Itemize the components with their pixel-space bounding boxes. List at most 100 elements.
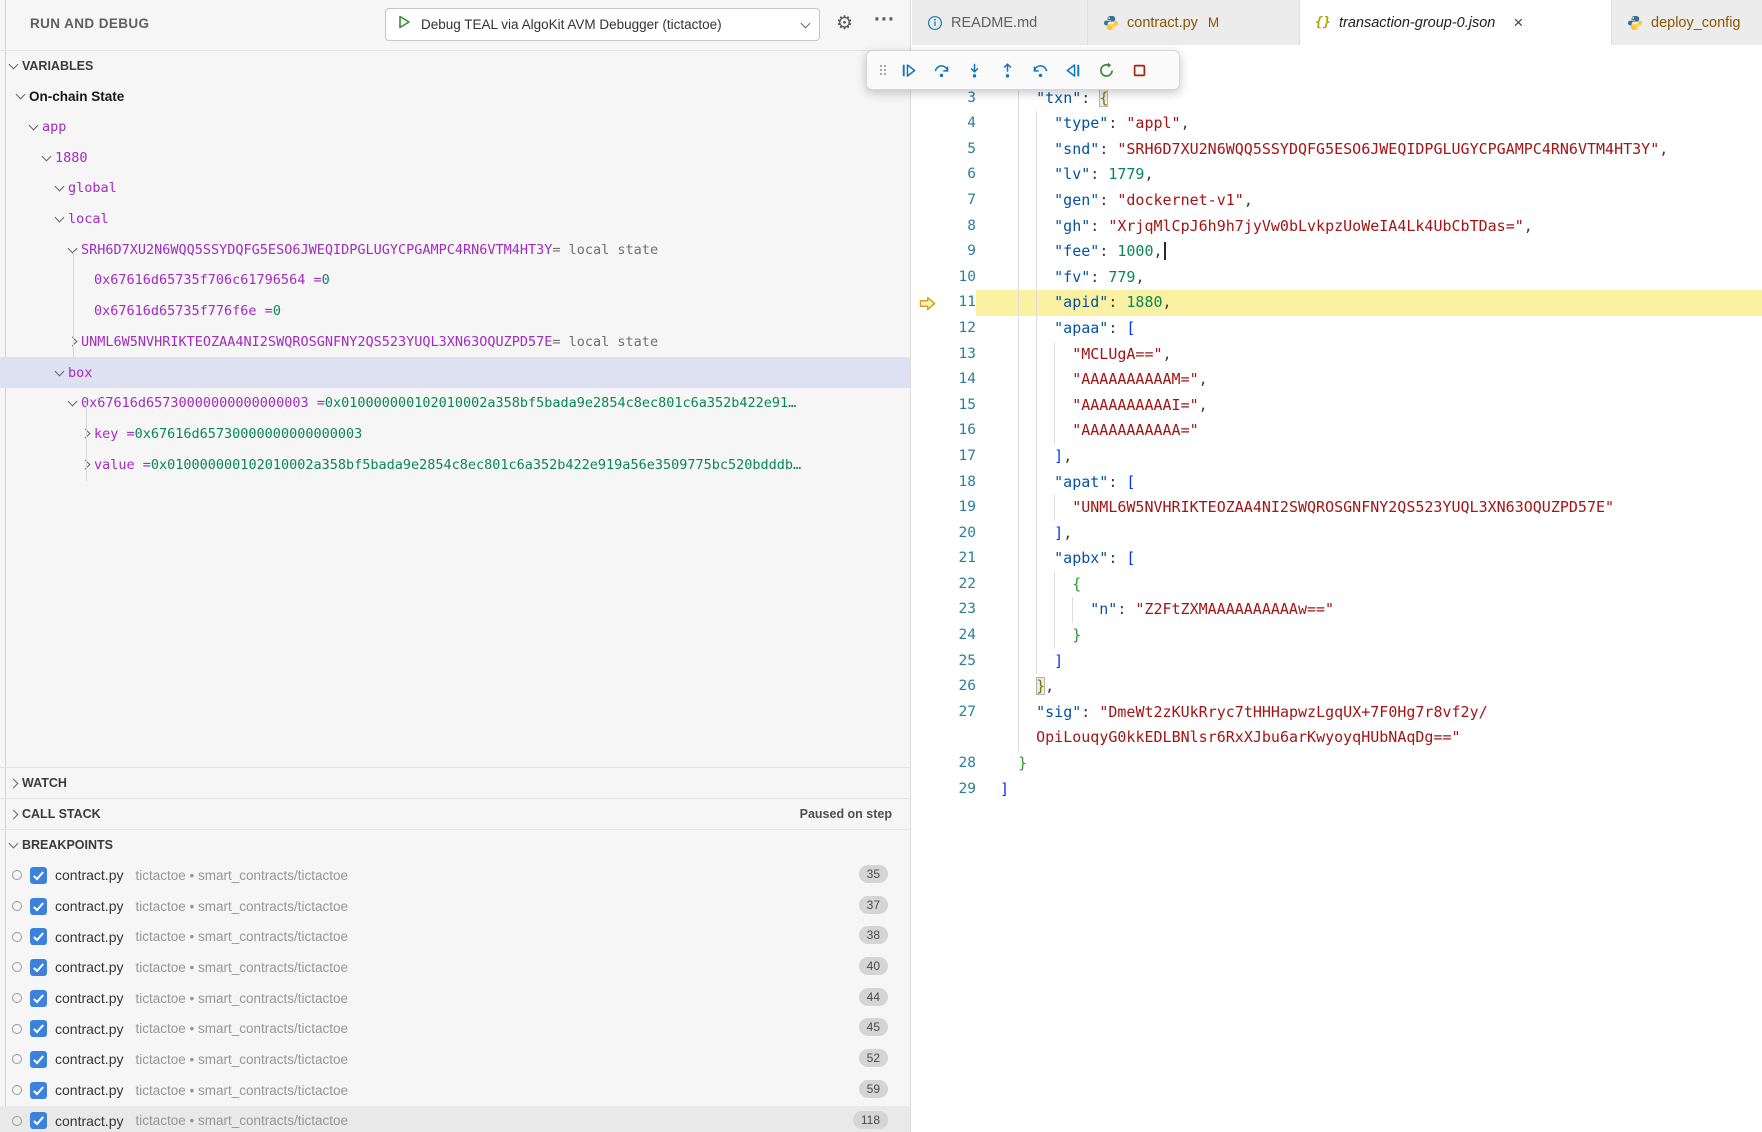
- line-number[interactable]: 10: [942, 265, 976, 291]
- editor-tab[interactable]: {}transaction-group-0.json×: [1300, 0, 1612, 45]
- editor-gutter[interactable]: [912, 265, 942, 291]
- breakpoint-checkbox[interactable]: [30, 928, 47, 945]
- breakpoint-row[interactable]: contract.pytictactoe • smart_contracts/t…: [0, 921, 910, 952]
- gear-icon[interactable]: ⚙: [836, 12, 853, 35]
- line-number[interactable]: 29: [942, 777, 976, 803]
- breakpoint-row[interactable]: contract.pytictactoe • smart_contracts/t…: [0, 983, 910, 1014]
- restart-button[interactable]: [1091, 54, 1122, 86]
- breakpoint-row[interactable]: contract.pytictactoe • smart_contracts/t…: [0, 952, 910, 983]
- variables-tree-row[interactable]: UNML6W5NVHRIKTEOZAA4NI2SWQROSGNFNY2QS523…: [0, 327, 910, 358]
- step-out-button[interactable]: [992, 54, 1023, 86]
- editor-gutter[interactable]: [912, 316, 942, 342]
- line-number[interactable]: 28: [942, 751, 976, 777]
- editor-gutter[interactable]: [912, 674, 942, 700]
- line-number[interactable]: 27: [942, 700, 976, 726]
- line-number[interactable]: 14: [942, 367, 976, 393]
- editor-gutter[interactable]: [912, 111, 942, 137]
- breakpoint-row[interactable]: contract.pytictactoe • smart_contracts/t…: [0, 860, 910, 891]
- breakpoint-checkbox[interactable]: [30, 867, 47, 884]
- editor-gutter[interactable]: [912, 418, 942, 444]
- current-stackframe-icon[interactable]: [912, 290, 942, 316]
- line-number[interactable]: 18: [942, 470, 976, 496]
- breakpoint-checkbox[interactable]: [30, 1082, 47, 1099]
- line-number[interactable]: 12: [942, 316, 976, 342]
- editor-gutter[interactable]: [912, 725, 942, 751]
- variables-tree-row[interactable]: On-chain State: [0, 81, 910, 112]
- line-number[interactable]: 8: [942, 214, 976, 240]
- breakpoint-row[interactable]: contract.pytictactoe • smart_contracts/t…: [0, 1075, 910, 1106]
- reverse-continue-button[interactable]: [1058, 54, 1089, 86]
- line-number[interactable]: 17: [942, 444, 976, 470]
- breakpoint-checkbox[interactable]: [30, 1112, 47, 1129]
- stop-button[interactable]: [1124, 54, 1155, 86]
- variables-tree-row[interactable]: box: [0, 357, 910, 388]
- step-back-button[interactable]: [1025, 54, 1056, 86]
- code-editor[interactable]: 2 {3 "txn": {4 "type": "appl",5 "snd": "…: [912, 45, 1762, 1132]
- start-debug-icon[interactable]: [396, 14, 412, 35]
- variables-tree-row[interactable]: global: [0, 173, 910, 204]
- line-number[interactable]: 7: [942, 188, 976, 214]
- step-over-button[interactable]: [926, 54, 957, 86]
- editor-tab[interactable]: deploy_config: [1612, 0, 1762, 45]
- line-number[interactable]: [942, 725, 976, 751]
- line-number[interactable]: 20: [942, 521, 976, 547]
- editor-gutter[interactable]: [912, 367, 942, 393]
- breakpoint-checkbox[interactable]: [30, 1020, 47, 1037]
- variables-tree-row[interactable]: value = 0x010000000102010002a358bf5bada9…: [0, 449, 910, 480]
- breakpoint-checkbox[interactable]: [30, 990, 47, 1007]
- line-number[interactable]: 6: [942, 162, 976, 188]
- line-number[interactable]: 13: [942, 342, 976, 368]
- close-icon[interactable]: ×: [1513, 14, 1523, 31]
- line-number[interactable]: 19: [942, 495, 976, 521]
- editor-gutter[interactable]: [912, 751, 942, 777]
- editor-gutter[interactable]: [912, 495, 942, 521]
- more-actions-icon[interactable]: ···: [874, 8, 895, 32]
- variables-tree-row[interactable]: 0x67616d65735f776f6e = 0: [0, 296, 910, 327]
- debug-config-dropdown[interactable]: Debug TEAL via AlgoKit AVM Debugger (tic…: [385, 8, 820, 41]
- editor-gutter[interactable]: [912, 393, 942, 419]
- variables-tree-row[interactable]: 0x67616d65735f706c61796564 = 0: [0, 265, 910, 296]
- breakpoint-row[interactable]: contract.pytictactoe • smart_contracts/t…: [0, 1013, 910, 1044]
- watch-section-header[interactable]: WATCH: [0, 767, 910, 798]
- line-number[interactable]: 24: [942, 623, 976, 649]
- editor-gutter[interactable]: [912, 444, 942, 470]
- line-number[interactable]: 5: [942, 137, 976, 163]
- editor-gutter[interactable]: [912, 700, 942, 726]
- breakpoint-row[interactable]: contract.pytictactoe • smart_contracts/t…: [0, 1044, 910, 1075]
- editor-gutter[interactable]: [912, 597, 942, 623]
- editor-gutter[interactable]: [912, 777, 942, 803]
- line-number[interactable]: 4: [942, 111, 976, 137]
- editor-gutter[interactable]: [912, 137, 942, 163]
- variables-tree-row[interactable]: app: [0, 112, 910, 143]
- breakpoint-row[interactable]: contract.pytictactoe • smart_contracts/t…: [0, 891, 910, 922]
- continue-button[interactable]: [893, 54, 924, 86]
- variables-tree-row[interactable]: SRH6D7XU2N6WQQ5SSYDQFG5ESO6JWEQIDPGLUGYC…: [0, 234, 910, 265]
- line-number[interactable]: 9: [942, 239, 976, 265]
- line-number[interactable]: 16: [942, 418, 976, 444]
- editor-tab[interactable]: README.md: [912, 0, 1088, 45]
- line-number[interactable]: 25: [942, 649, 976, 675]
- variables-section-header[interactable]: VARIABLES: [0, 50, 910, 81]
- breakpoint-checkbox[interactable]: [30, 1051, 47, 1068]
- breakpoint-checkbox[interactable]: [30, 898, 47, 915]
- editor-gutter[interactable]: [912, 342, 942, 368]
- editor-gutter[interactable]: [912, 649, 942, 675]
- line-number[interactable]: 22: [942, 572, 976, 598]
- editor-gutter[interactable]: [912, 521, 942, 547]
- editor-tab[interactable]: contract.pyM: [1088, 0, 1300, 45]
- line-number[interactable]: 11: [942, 290, 976, 316]
- editor-gutter[interactable]: [912, 188, 942, 214]
- variables-tree-row[interactable]: 1880: [0, 142, 910, 173]
- editor-gutter[interactable]: [912, 572, 942, 598]
- variables-tree-row[interactable]: 0x67616d65730000000000000003 = 0x0100000…: [0, 388, 910, 419]
- editor-gutter[interactable]: [912, 546, 942, 572]
- variables-tree-row[interactable]: key = 0x67616d65730000000000000003: [0, 419, 910, 450]
- variables-tree-row[interactable]: local: [0, 204, 910, 235]
- editor-gutter[interactable]: [912, 162, 942, 188]
- step-into-button[interactable]: [959, 54, 990, 86]
- line-number[interactable]: 21: [942, 546, 976, 572]
- breakpoint-checkbox[interactable]: [30, 959, 47, 976]
- call-stack-section-header[interactable]: CALL STACK Paused on step: [0, 798, 910, 829]
- line-number[interactable]: 23: [942, 597, 976, 623]
- editor-gutter[interactable]: [912, 214, 942, 240]
